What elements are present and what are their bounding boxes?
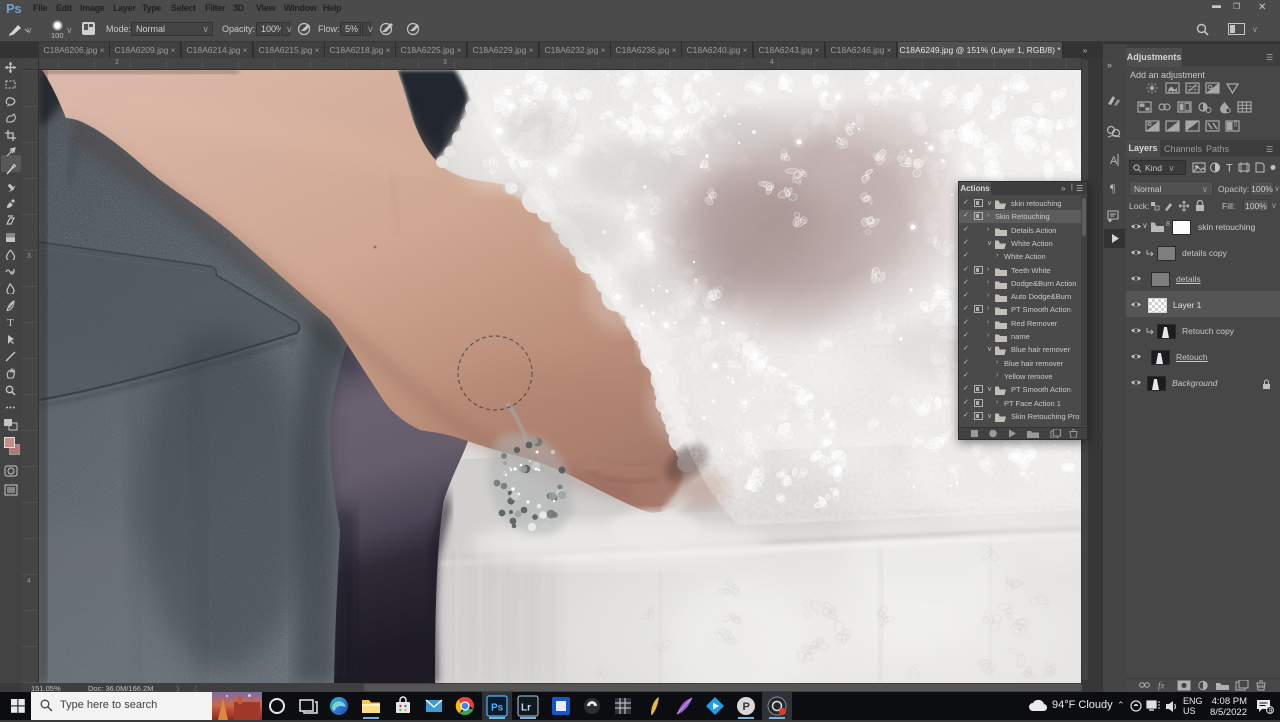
svg-text:P: P xyxy=(743,701,750,713)
svg-text:T: T xyxy=(7,317,14,328)
svg-text:Lr: Lr xyxy=(521,703,531,714)
svg-text:A: A xyxy=(1110,155,1118,167)
svg-text:Ps: Ps xyxy=(491,703,504,714)
svg-text:fx: fx xyxy=(1158,681,1165,691)
svg-text:T: T xyxy=(1226,163,1233,175)
svg-text:¶: ¶ xyxy=(1110,181,1116,195)
svg-text:9: 9 xyxy=(1269,707,1273,714)
